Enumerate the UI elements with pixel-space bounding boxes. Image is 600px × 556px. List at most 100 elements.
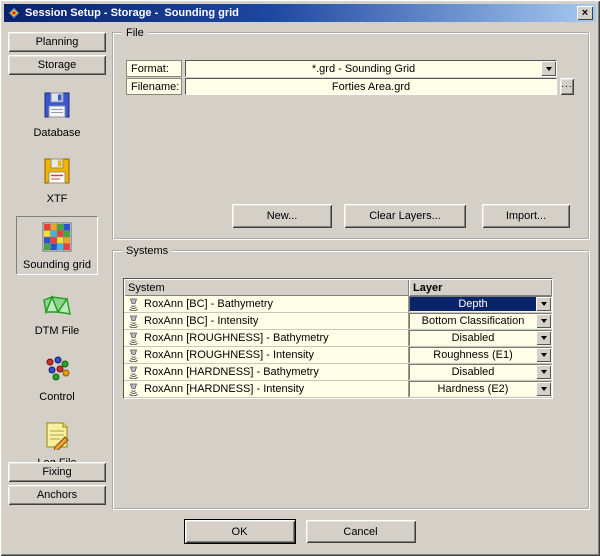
table-row[interactable]: RoxAnn [BC] - Intensity Bottom Classific… [124,313,552,330]
system-name: RoxAnn [ROUGHNESS] - Intensity [144,349,314,361]
sidebar-item-label: Database [33,127,80,139]
cancel-button[interactable]: Cancel [306,520,416,543]
floppy-disk-yellow-icon [42,156,72,189]
layer-combobox[interactable]: Disabled [409,364,552,380]
layer-combobox[interactable]: Bottom Classification [409,313,552,329]
system-cell: RoxAnn [HARDNESS] - Intensity [124,381,409,398]
app-icon [7,6,21,20]
system-cell: RoxAnn [BC] - Bathymetry [124,296,409,313]
filename-value: Forties Area.grd [186,79,556,94]
systems-group: Systems System Layer RoxAnn [BC] - Bathy… [112,250,590,510]
file-group: File Format: *.grd - Sounding Grid Filen… [112,32,590,240]
dropdown-arrow-icon[interactable] [541,61,556,76]
sidebar-item-sounding-grid[interactable]: Sounding grid [16,216,98,275]
dropdown-arrow-icon[interactable] [536,348,551,362]
sonar-system-icon [127,332,140,345]
file-actions: New... Clear Layers... Import... [232,204,570,228]
sidebar-item-label: Control [39,391,74,403]
sonar-system-icon [127,349,140,362]
control-icon [42,354,72,387]
layer-combobox[interactable]: Hardness (E2) [409,381,552,397]
sidebar-item-log-file[interactable]: Log File [16,414,98,462]
dtm-mesh-icon [42,288,72,321]
new-button[interactable]: New... [232,204,332,228]
sonar-system-icon [127,315,140,328]
layer-cell: Hardness (E2) [409,381,552,398]
systems-group-title: Systems [122,244,172,258]
layer-value: Depth [410,297,536,311]
import-button[interactable]: Import... [482,204,570,228]
sidebar-item-label: XTF [47,193,68,205]
window-title: Session Setup - Storage - Sounding grid [25,7,577,19]
format-combobox[interactable]: *.grd - Sounding Grid [185,60,557,77]
sonar-system-icon [127,383,140,396]
system-name: RoxAnn [ROUGHNESS] - Bathymetry [144,332,329,344]
sounding-grid-icon [42,222,72,255]
dropdown-arrow-icon[interactable] [536,365,551,379]
table-row[interactable]: RoxAnn [BC] - Bathymetry Depth [124,296,552,313]
layer-cell: Depth [409,296,552,313]
table-row[interactable]: RoxAnn [ROUGHNESS] - Bathymetry Disabled [124,330,552,347]
ok-button[interactable]: OK [185,520,295,543]
close-icon: × [582,8,588,18]
close-button[interactable]: × [577,6,593,20]
system-cell: RoxAnn [BC] - Intensity [124,313,409,330]
dropdown-arrow-icon[interactable] [536,314,551,328]
system-cell: RoxAnn [HARDNESS] - Bathymetry [124,364,409,381]
sidebar-item-label: DTM File [35,325,80,337]
filename-field[interactable]: Forties Area.grd [185,78,557,95]
system-name: RoxAnn [BC] - Intensity [144,315,258,327]
dropdown-arrow-icon[interactable] [536,297,551,311]
layer-value: Roughness (E1) [410,348,536,362]
sidebar-button-planning[interactable]: Planning [8,32,106,52]
layer-value: Hardness (E2) [410,382,536,396]
layer-cell: Disabled [409,364,552,381]
sidebar-button-anchors[interactable]: Anchors [8,485,106,505]
system-cell: RoxAnn [ROUGHNESS] - Bathymetry [124,330,409,347]
dialog-footer: OK Cancel [0,520,600,543]
table-row[interactable]: RoxAnn [HARDNESS] - Bathymetry Disabled [124,364,552,381]
sidebar-item-xtf[interactable]: XTF [16,150,98,209]
column-header-system: System [124,279,409,296]
system-cell: RoxAnn [ROUGHNESS] - Intensity [124,347,409,364]
clear-layers-button[interactable]: Clear Layers... [344,204,466,228]
sidebar-item-database[interactable]: Database [16,84,98,143]
layer-value: Bottom Classification [410,314,536,328]
layer-combobox[interactable]: Disabled [409,330,552,346]
layer-cell: Bottom Classification [409,313,552,330]
sidebar-item-control[interactable]: Control [16,348,98,407]
log-file-icon [42,420,72,453]
sidebar-item-dtm-file[interactable]: DTM File [16,282,98,341]
floppy-disk-blue-icon [42,90,72,123]
filename-label: Filename: [126,78,182,95]
format-value: *.grd - Sounding Grid [186,61,541,76]
sidebar-button-storage[interactable]: Storage [8,55,106,75]
sonar-system-icon [127,298,140,311]
session-setup-dialog: Session Setup - Storage - Sounding grid … [0,0,600,556]
column-header-layer: Layer [409,279,552,296]
file-form: Format: *.grd - Sounding Grid Filename: … [126,60,574,95]
sidebar-item-label: Sounding grid [23,259,91,271]
layer-cell: Roughness (E1) [409,347,552,364]
sidebar: Planning Storage Database [8,32,106,508]
layer-value: Disabled [410,331,536,345]
table-header: System Layer [124,279,552,296]
layer-value: Disabled [410,365,536,379]
sonar-system-icon [127,366,140,379]
table-row[interactable]: RoxAnn [ROUGHNESS] - Intensity Roughness… [124,347,552,364]
browse-button[interactable]: ... [560,78,574,95]
layer-cell: Disabled [409,330,552,347]
dropdown-arrow-icon[interactable] [536,331,551,345]
table-row[interactable]: RoxAnn [HARDNESS] - Intensity Hardness (… [124,381,552,398]
system-name: RoxAnn [HARDNESS] - Intensity [144,383,304,395]
file-group-title: File [122,26,148,40]
main-panel: File Format: *.grd - Sounding Grid Filen… [112,32,590,510]
system-name: RoxAnn [BC] - Bathymetry [144,298,273,310]
sidebar-button-fixing[interactable]: Fixing [8,462,106,482]
layer-combobox[interactable]: Roughness (E1) [409,347,552,363]
systems-table: System Layer RoxAnn [BC] - Bathymetry De… [123,278,553,399]
format-label: Format: [126,60,182,77]
layer-combobox[interactable]: Depth [409,296,552,312]
titlebar[interactable]: Session Setup - Storage - Sounding grid … [4,4,596,22]
dropdown-arrow-icon[interactable] [536,382,551,396]
